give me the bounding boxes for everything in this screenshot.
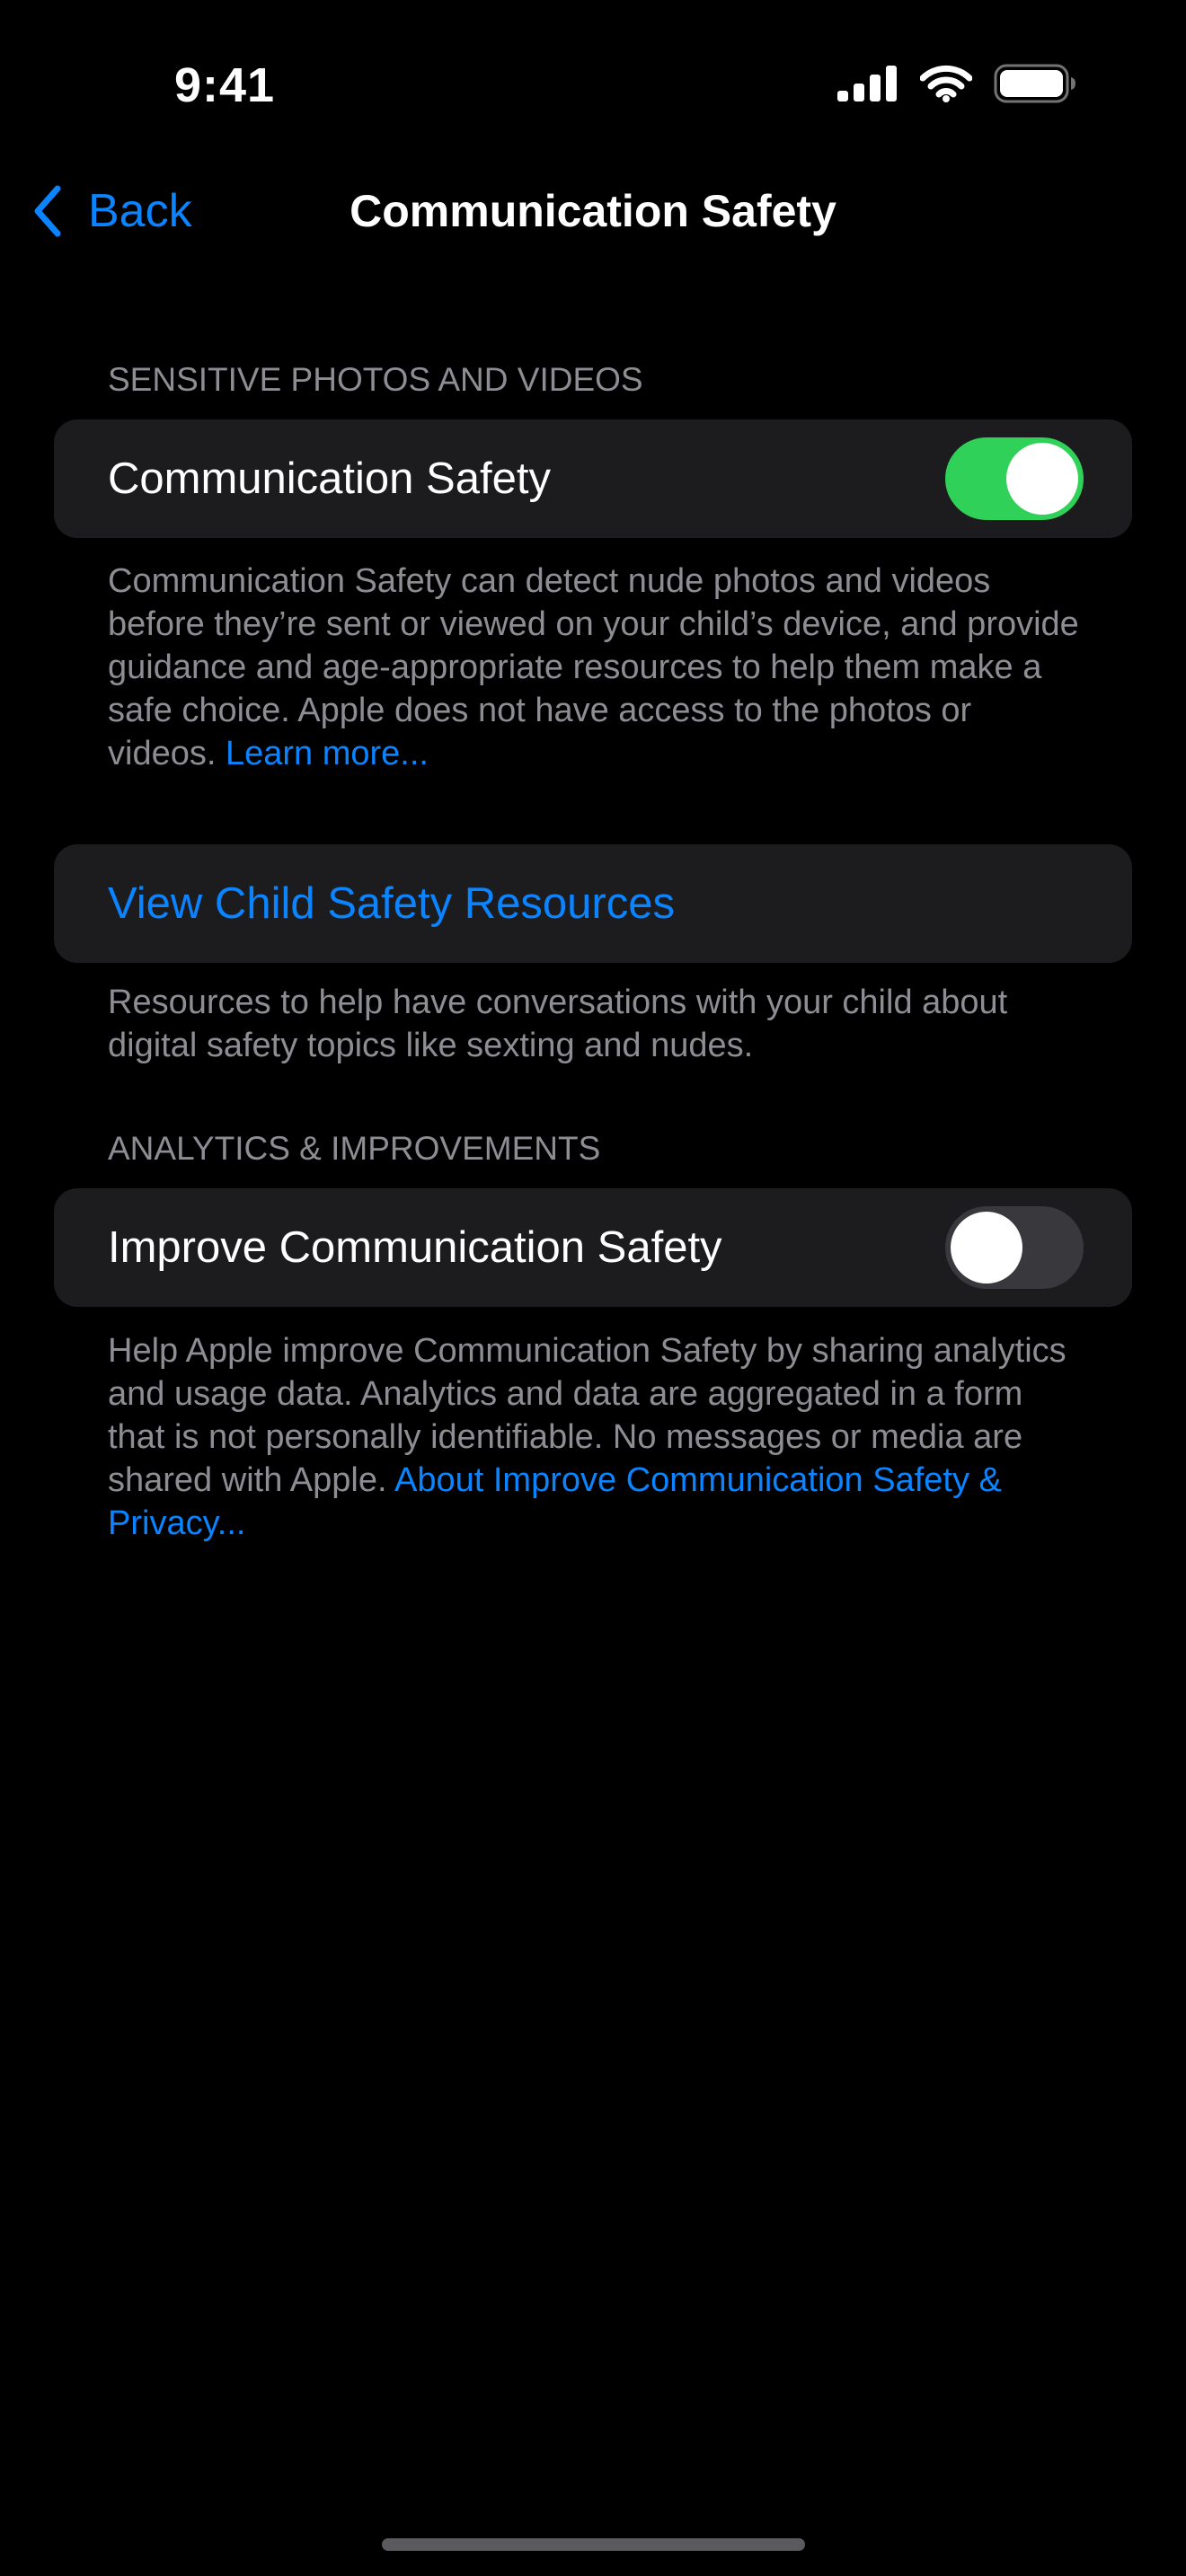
- communication-safety-toggle[interactable]: [945, 437, 1084, 520]
- child-safety-resources-row[interactable]: View Child Safety Resources: [54, 844, 1132, 963]
- status-time: 9:41: [174, 58, 276, 112]
- page-title: Communication Safety: [350, 186, 836, 236]
- status-icons: [837, 63, 1076, 108]
- improve-communication-safety-toggle[interactable]: [945, 1206, 1084, 1289]
- resources-footer: Resources to help have conversations wit…: [108, 984, 1008, 1064]
- home-indicator[interactable]: [382, 2538, 805, 2551]
- toggle-knob: [1006, 443, 1078, 515]
- improve-communication-safety-label: Improve Communication Safety: [108, 1223, 722, 1272]
- toggle-knob: [951, 1212, 1022, 1284]
- wifi-icon: [919, 65, 973, 107]
- battery-icon: [994, 64, 1076, 108]
- communication-safety-label: Communication Safety: [108, 454, 551, 503]
- analytics-footer: Help Apple improve Communication Safety …: [108, 1329, 1087, 1545]
- section-header-analytics: ANALYTICS & IMPROVEMENTS: [108, 1130, 601, 1167]
- learn-more-link[interactable]: Learn more...: [226, 735, 429, 772]
- view-child-safety-resources-link[interactable]: View Child Safety Resources: [108, 878, 675, 929]
- communication-safety-row: Communication Safety: [54, 419, 1132, 538]
- communication-safety-footer: Communication Safety can detect nude pho…: [108, 560, 1087, 775]
- improve-communication-safety-row: Improve Communication Safety: [54, 1188, 1132, 1307]
- cellular-signal-icon: [837, 65, 898, 106]
- section-header-sensitive: SENSITIVE PHOTOS AND VIDEOS: [108, 361, 643, 398]
